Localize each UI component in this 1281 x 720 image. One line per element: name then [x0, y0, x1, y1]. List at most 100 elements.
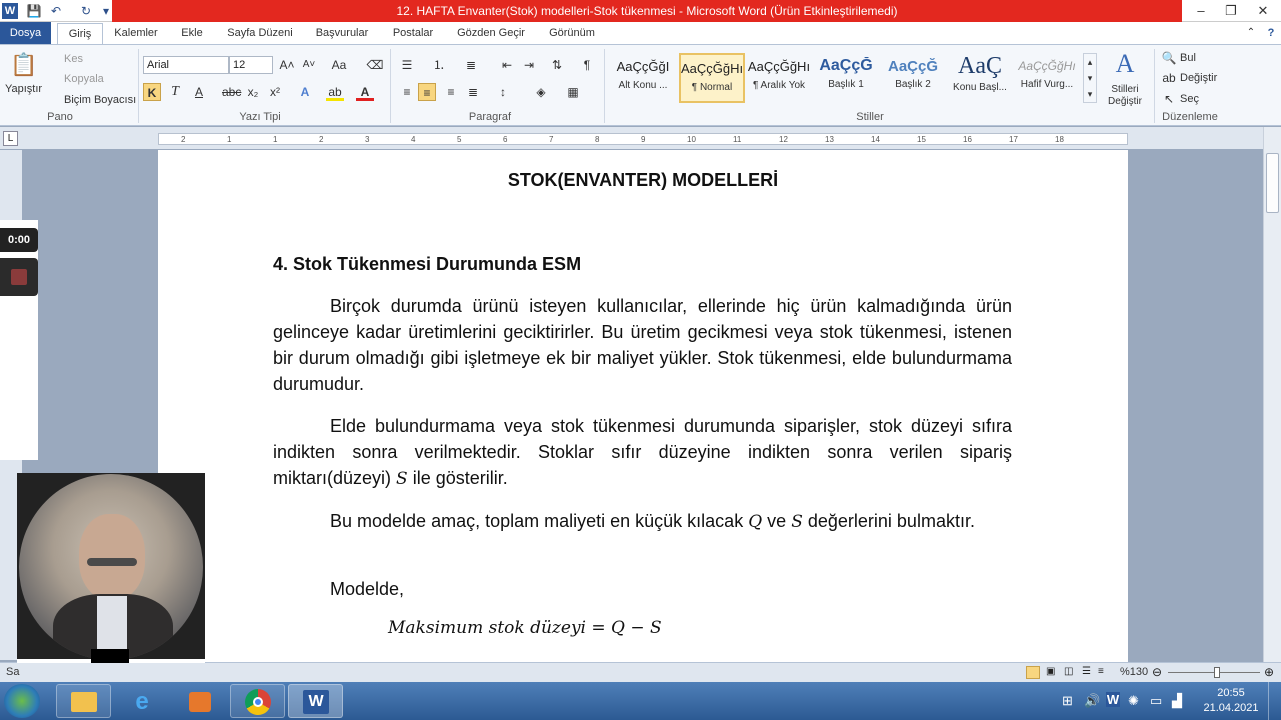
underline-icon[interactable]: A — [190, 83, 208, 101]
tab-insert[interactable]: Ekle — [176, 22, 208, 44]
tray-settings-icon[interactable]: ✺ — [1128, 693, 1139, 709]
paste-icon[interactable]: 📋 — [10, 51, 38, 79]
taskbar-word[interactable]: W — [288, 684, 343, 718]
outline-icon[interactable]: ☰ — [1082, 666, 1091, 677]
change-styles-button[interactable]: Stilleri Değiştir — [1102, 84, 1148, 108]
replace-icon[interactable]: ab — [1160, 69, 1178, 87]
select-icon[interactable]: ↖ — [1160, 90, 1178, 108]
subscript-icon[interactable]: x₂ — [244, 83, 262, 101]
show-marks-icon[interactable]: ¶ — [578, 56, 596, 74]
tab-pens[interactable]: Kalemler — [110, 22, 162, 44]
tray-network-icon[interactable]: ⊞ — [1062, 693, 1073, 709]
status-page-info[interactable]: Sa — [6, 666, 19, 678]
align-right-icon[interactable]: ≡ — [442, 83, 460, 101]
minimize-button[interactable]: – — [1188, 2, 1214, 20]
stop-recording-button[interactable] — [0, 258, 38, 296]
superscript-icon[interactable]: x² — [266, 83, 284, 101]
tray-signal-icon[interactable]: ▟ — [1172, 693, 1182, 709]
save-icon[interactable]: 💾 — [26, 3, 42, 19]
style-no-spacing[interactable]: AaÇçĞğHı ¶ Aralık Yok — [746, 53, 812, 103]
find-button[interactable]: Bul — [1180, 52, 1196, 64]
show-desktop-button[interactable] — [1268, 682, 1281, 720]
tab-file[interactable]: Dosya — [0, 22, 51, 44]
word-icon[interactable]: W — [2, 3, 18, 19]
strikethrough-icon[interactable]: abc — [222, 83, 241, 101]
print-layout-icon[interactable] — [1026, 666, 1040, 679]
text-effects-icon[interactable]: A — [296, 83, 314, 101]
taskbar-explorer[interactable] — [56, 684, 111, 718]
borders-icon[interactable]: ▦ — [564, 83, 582, 101]
tab-mailings[interactable]: Postalar — [388, 22, 438, 44]
replace-button[interactable]: Değiştir — [1180, 72, 1217, 84]
divider — [604, 49, 605, 123]
change-case-icon[interactable]: Aa — [330, 56, 348, 74]
increase-indent-icon[interactable]: ⇥ — [520, 56, 538, 74]
numbering-icon[interactable]: ⒈ — [430, 56, 448, 74]
shrink-font-icon[interactable]: A˅ — [300, 56, 318, 74]
document-page[interactable]: STOK(ENVANTER) MODELLERİ 4. Stok Tükenme… — [158, 150, 1128, 662]
zoom-level[interactable]: %130 — [1120, 666, 1148, 678]
change-styles-icon[interactable]: A — [1110, 49, 1140, 79]
web-layout-icon[interactable]: ◫ — [1064, 666, 1073, 677]
undo-icon[interactable]: ↶ — [48, 3, 64, 19]
close-button[interactable]: ✕ — [1250, 2, 1276, 20]
line-spacing-icon[interactable]: ↕ — [494, 83, 512, 101]
bold-button[interactable]: K — [143, 83, 161, 101]
maximize-button[interactable]: ❐ — [1218, 2, 1244, 20]
taskbar-ie[interactable]: e — [114, 684, 169, 718]
help-icon[interactable]: ? — [1264, 22, 1278, 44]
taskbar-chrome[interactable] — [230, 684, 285, 718]
find-icon[interactable]: 🔍 — [1160, 49, 1178, 67]
style-normal[interactable]: AaÇçĞğHı ¶ Normal — [679, 53, 745, 103]
full-screen-reading-icon[interactable]: ▣ — [1046, 666, 1055, 677]
align-center-icon[interactable]: ≡ — [418, 83, 436, 101]
grow-font-icon[interactable]: A˄ — [278, 56, 296, 74]
ruler-scale[interactable]: 2 1 1 2 3 4 5 6 7 8 9 10 11 12 13 14 15 16 17 18 — [158, 133, 1128, 145]
justify-icon[interactable]: ≣ — [464, 83, 482, 101]
highlight-icon[interactable]: ab — [326, 83, 344, 101]
paste-button[interactable]: Yapıştır — [5, 83, 42, 95]
tray-word-icon[interactable]: W — [1106, 692, 1120, 707]
styles-scroll-icon[interactable]: ▴ ▾ ▾ — [1083, 53, 1097, 103]
tab-selector-icon[interactable]: L — [3, 131, 18, 146]
decrease-indent-icon[interactable]: ⇤ — [498, 56, 516, 74]
zoom-in-icon[interactable]: ⊕ — [1264, 665, 1274, 679]
draft-icon[interactable]: ≡ — [1098, 666, 1104, 677]
scrollbar-thumb[interactable] — [1266, 153, 1279, 213]
clear-formatting-icon[interactable]: ⌫ — [366, 56, 384, 74]
style-name: ¶ Normal — [691, 82, 733, 93]
select-button[interactable]: Seç — [1180, 93, 1199, 105]
tab-references[interactable]: Başvurular — [310, 22, 374, 44]
tray-clock[interactable]: 20:55 21.04.2021 — [1200, 686, 1262, 716]
tab-home[interactable]: Giriş — [57, 23, 103, 45]
taskbar-media[interactable] — [172, 684, 227, 718]
font-family-select[interactable]: Arial — [143, 56, 229, 74]
tray-display-icon[interactable]: ▭ — [1150, 693, 1162, 709]
format-painter-button[interactable]: Biçim Boyacısı — [64, 94, 136, 106]
font-size-select[interactable]: 12 — [229, 56, 273, 74]
style-heading-2[interactable]: AaÇçĞ Başlık 2 — [880, 53, 946, 103]
zoom-slider-thumb[interactable] — [1214, 667, 1220, 678]
align-left-icon[interactable]: ≡ — [398, 83, 416, 101]
zoom-out-icon[interactable]: ⊖ — [1152, 665, 1162, 679]
vertical-scrollbar[interactable] — [1263, 127, 1281, 662]
shading-icon[interactable]: ◈ — [532, 83, 550, 101]
cut-button[interactable]: Kes — [64, 53, 83, 65]
style-heading-1[interactable]: AaÇçĞ Başlık 1 — [813, 53, 879, 103]
tab-page-layout[interactable]: Sayfa Düzeni — [222, 22, 298, 44]
italic-button[interactable]: T — [166, 83, 184, 101]
tab-review[interactable]: Gözden Geçir — [452, 22, 530, 44]
sort-icon[interactable]: ⇅ — [548, 56, 566, 74]
style-title[interactable]: AaÇ Konu Başl... — [947, 53, 1013, 103]
copy-button[interactable]: Kopyala — [64, 73, 104, 85]
multilevel-list-icon[interactable]: ≣ — [462, 56, 480, 74]
tray-volume-icon[interactable]: 🔊 — [1084, 693, 1100, 709]
style-subtitle[interactable]: AaÇçĞğI Alt Konu ... — [610, 53, 676, 103]
tab-view[interactable]: Görünüm — [544, 22, 600, 44]
font-color-icon[interactable]: A — [356, 83, 374, 101]
style-subtle-emphasis[interactable]: AaÇçĞğHı Hafif Vurg... — [1014, 53, 1080, 103]
bullets-icon[interactable]: ☰ — [398, 56, 416, 74]
ribbon-minimize-icon[interactable]: ⌃ — [1244, 22, 1258, 44]
redo-icon[interactable]: ↻ — [78, 3, 94, 19]
start-button[interactable] — [4, 684, 40, 718]
